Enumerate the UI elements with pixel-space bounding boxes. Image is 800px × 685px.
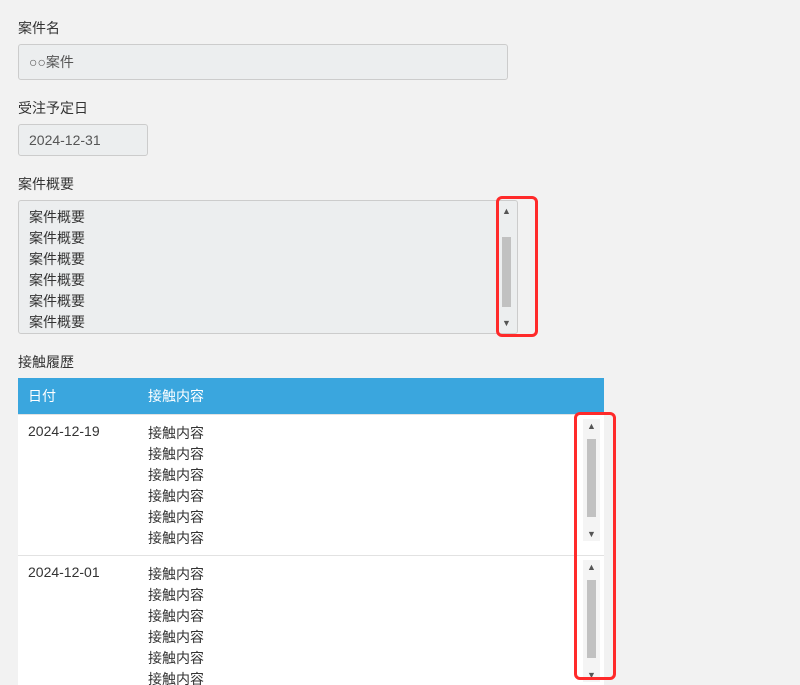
history-content-line: 接触内容 [148, 627, 576, 648]
history-table: 日付 接触内容 2024-12-19 接触内容 接触内容 接触内容 接触内容 [18, 378, 604, 685]
history-content-cell[interactable]: 接触内容 接触内容 接触内容 接触内容 接触内容 接触内容 ▲ [138, 415, 604, 556]
scrollbar-track[interactable] [583, 574, 600, 668]
overview-label: 案件概要 [18, 174, 782, 194]
history-header-date: 日付 [18, 378, 138, 415]
overview-line: 案件概要 [29, 207, 493, 228]
scroll-up-icon[interactable]: ▲ [498, 203, 515, 219]
history-content-line: 接触内容 [148, 606, 576, 627]
project-name-label: 案件名 [18, 18, 782, 38]
history-content-line: 接触内容 [148, 444, 576, 465]
history-content-line: 接触内容 [148, 669, 576, 685]
table-row: 2024-12-19 接触内容 接触内容 接触内容 接触内容 接触内容 接触内容 [18, 415, 604, 556]
overview-line: 案件概要 [29, 249, 493, 270]
history-content-line: 接触内容 [148, 423, 576, 444]
overview-line: 案件概要 [29, 228, 493, 249]
scrollbar-track[interactable] [583, 433, 600, 527]
table-row: 2024-12-01 接触内容 接触内容 接触内容 接触内容 接触内容 接触内容 [18, 556, 604, 685]
scrollbar-thumb[interactable] [587, 439, 596, 517]
scroll-down-icon[interactable]: ▼ [498, 315, 515, 331]
overview-scrollbar[interactable]: ▲ ▼ [498, 203, 515, 331]
order-date-field[interactable]: 2024-12-31 [18, 124, 148, 156]
history-content-cell[interactable]: 接触内容 接触内容 接触内容 接触内容 接触内容 接触内容 ▲ [138, 556, 604, 685]
scrollbar-thumb[interactable] [502, 237, 511, 307]
scrollbar-track[interactable] [498, 219, 515, 315]
history-header-content: 接触内容 [138, 378, 604, 415]
history-label: 接触履歴 [18, 352, 782, 372]
scroll-up-icon[interactable]: ▲ [583, 419, 600, 433]
overview-line: 案件概要 [29, 312, 493, 333]
scrollbar-thumb[interactable] [587, 580, 596, 658]
history-date-cell: 2024-12-19 [18, 415, 138, 556]
history-content-line: 接触内容 [148, 507, 576, 528]
history-content-line: 接触内容 [148, 648, 576, 669]
order-date-label: 受注予定日 [18, 98, 782, 118]
overview-textarea[interactable]: 案件概要 案件概要 案件概要 案件概要 案件概要 案件概要 ▲ ▼ [18, 200, 518, 334]
history-date-cell: 2024-12-01 [18, 556, 138, 685]
history-content-line: 接触内容 [148, 585, 576, 606]
overview-line: 案件概要 [29, 270, 493, 291]
overview-line: 案件概要 [29, 291, 493, 312]
project-name-field[interactable]: ○○案件 [18, 44, 508, 80]
history-content-line: 接触内容 [148, 528, 576, 549]
history-content-line: 接触内容 [148, 564, 576, 585]
cell-scrollbar[interactable]: ▲ ▼ [583, 419, 600, 541]
cell-scrollbar[interactable]: ▲ ▼ [583, 560, 600, 682]
history-content-line: 接触内容 [148, 465, 576, 486]
scroll-down-icon[interactable]: ▼ [583, 527, 600, 541]
history-content-line: 接触内容 [148, 486, 576, 507]
scroll-up-icon[interactable]: ▲ [583, 560, 600, 574]
scroll-down-icon[interactable]: ▼ [583, 668, 600, 682]
